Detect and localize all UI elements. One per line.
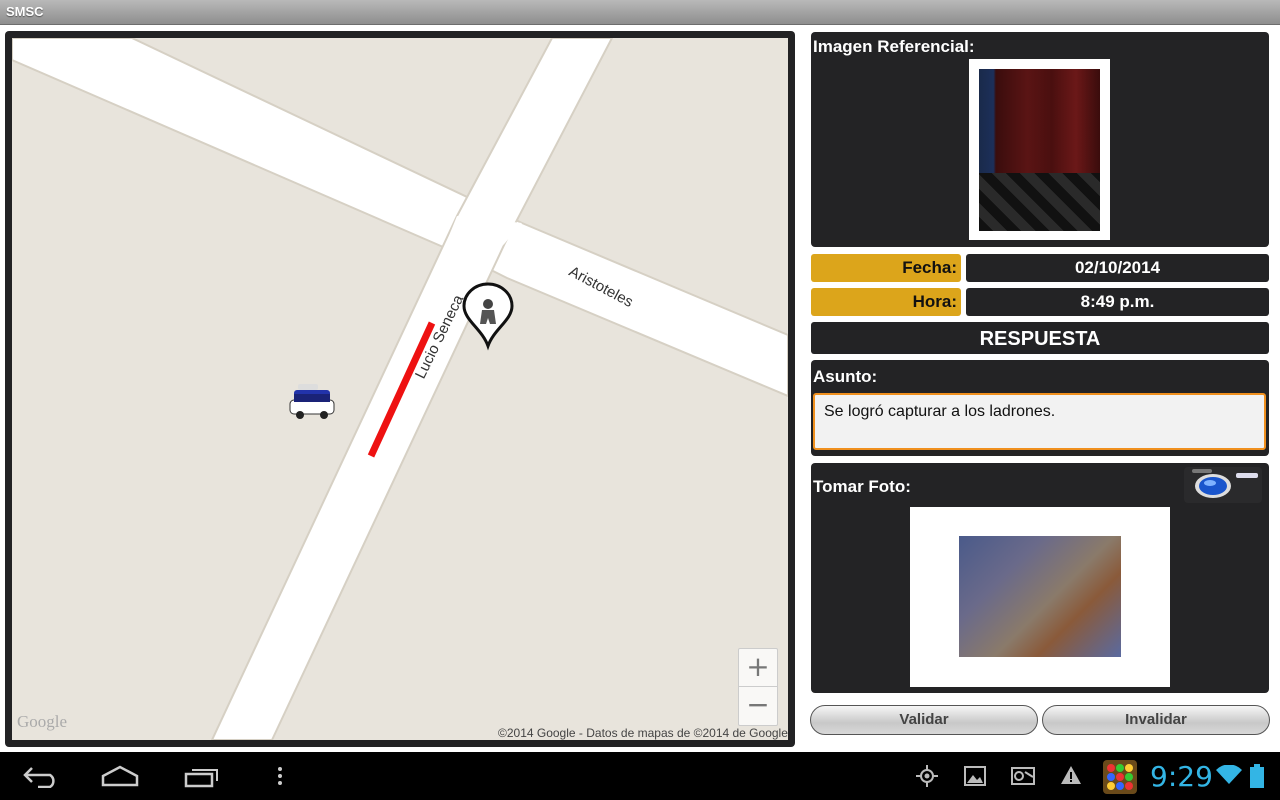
outlook-icon xyxy=(1011,767,1035,785)
gps-icon xyxy=(916,765,938,787)
asunto-input[interactable]: Se logró capturar a los ladrones. xyxy=(813,393,1266,450)
fecha-value: 02/10/2014 xyxy=(966,254,1269,282)
respuesta-heading: RESPUESTA xyxy=(811,322,1269,354)
map-view[interactable]: Aristoteles Lucio Seneca + − Google ©201… xyxy=(12,38,788,740)
warning-icon xyxy=(1061,766,1081,784)
menu-icon[interactable] xyxy=(276,766,284,786)
hora-label: Hora: xyxy=(811,288,961,316)
google-logo: Google xyxy=(17,712,68,731)
gallery-icon xyxy=(964,766,986,786)
recent-apps-icon[interactable] xyxy=(184,766,220,788)
reference-photo[interactable] xyxy=(969,59,1110,240)
camera-button[interactable] xyxy=(1184,467,1262,503)
title-bar: SMSC xyxy=(0,0,1280,25)
map-attribution: ©2014 Google - Datos de mapas de ©2014 d… xyxy=(498,726,788,740)
home-icon[interactable] xyxy=(100,764,140,788)
camera-icon xyxy=(1192,469,1258,498)
fecha-label: Fecha: xyxy=(811,254,961,282)
app-title: SMSC xyxy=(6,4,44,19)
status-clock: 9:29 xyxy=(1150,760,1213,793)
zoom-in-button[interactable]: + xyxy=(739,649,777,686)
validate-button[interactable]: Validar xyxy=(810,705,1038,735)
app-grid-icon[interactable] xyxy=(1103,760,1137,794)
reference-image-label: Imagen Referencial: xyxy=(813,37,975,56)
map-roads xyxy=(12,38,788,740)
asunto-label: Asunto: xyxy=(813,367,878,386)
zoom-controls: + − xyxy=(738,648,778,726)
hora-value: 8:49 p.m. xyxy=(966,288,1269,316)
invalidate-button[interactable]: Invalidar xyxy=(1042,705,1270,735)
zoom-out-button[interactable]: − xyxy=(739,686,777,724)
incident-marker xyxy=(462,282,514,351)
wifi-icon xyxy=(1216,765,1242,784)
captured-photo[interactable] xyxy=(910,507,1170,687)
back-icon[interactable] xyxy=(22,764,60,788)
police-car xyxy=(289,384,335,419)
battery-icon xyxy=(1250,764,1264,788)
system-nav-bar: 9:29 xyxy=(0,752,1280,800)
tomar-foto-label: Tomar Foto: xyxy=(813,477,911,496)
